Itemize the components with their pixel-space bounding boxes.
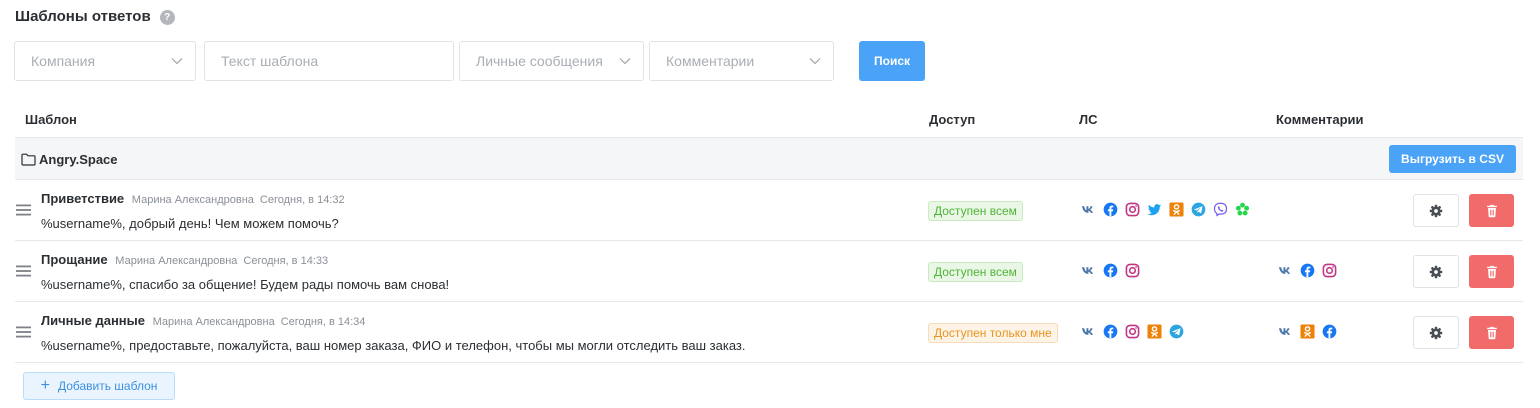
template-author: Марина Александровна (152, 316, 275, 328)
folder-icon (21, 153, 36, 166)
template-author: Марина Александровна (115, 255, 238, 267)
chevron-down-icon (171, 58, 183, 65)
facebook-icon (1103, 324, 1118, 339)
dm-channels (1081, 263, 1147, 278)
icq-icon (1235, 202, 1250, 217)
company-select-placeholder: Компания (31, 53, 96, 69)
trash-icon (1485, 326, 1499, 340)
template-time: Сегодня, в 14:32 (259, 194, 345, 206)
gear-icon (1429, 265, 1443, 279)
group-row: Angry.Space Выгрузить в CSV (15, 137, 1523, 180)
template-author: Марина Александровна (131, 194, 254, 206)
template-meta: Марина Александровна Сегодня, в 14:33 (115, 255, 328, 267)
delete-button[interactable] (1469, 255, 1514, 288)
template-text-input[interactable]: Текст шаблона (204, 41, 454, 81)
template-time: Сегодня, в 14:33 (243, 255, 329, 267)
delete-button[interactable] (1469, 316, 1514, 349)
odnoklassniki-icon (1169, 202, 1184, 217)
template-time: Сегодня, в 14:34 (280, 316, 366, 328)
settings-button[interactable] (1413, 316, 1459, 349)
add-template-label: Добавить шаблон (57, 379, 158, 393)
group-name[interactable]: Angry.Space (21, 152, 118, 167)
table-row: Прощание Марина Александровна Сегодня, в … (15, 241, 1523, 302)
facebook-icon (1322, 324, 1337, 339)
telegram-icon (1169, 324, 1184, 339)
template-text: %username%, спасибо за общение! Будем ра… (41, 277, 450, 292)
vk-icon (1278, 263, 1293, 278)
company-select[interactable]: Компания (14, 41, 196, 81)
page-title-text: Шаблоны ответов (15, 8, 151, 25)
search-button[interactable]: Поиск (859, 41, 925, 81)
facebook-icon (1300, 263, 1315, 278)
column-header-comments: Комментарии (1276, 112, 1364, 127)
template-text: %username%, добрый день! Чем можем помоч… (41, 216, 339, 231)
export-csv-button[interactable]: Выгрузить в CSV (1389, 145, 1516, 173)
template-title-text: Приветствие (41, 191, 125, 206)
instagram-icon (1322, 263, 1337, 278)
trash-icon (1485, 265, 1499, 279)
vk-icon (1081, 263, 1096, 278)
dm-channels (1081, 324, 1191, 339)
add-template-button[interactable]: + Добавить шаблон (23, 372, 175, 400)
instagram-icon (1125, 324, 1140, 339)
table-row: Приветствие Марина Александровна Сегодня,… (15, 180, 1523, 241)
drag-handle-icon[interactable] (16, 203, 31, 216)
gear-icon (1429, 204, 1443, 218)
template-title-text: Прощание (41, 252, 108, 267)
comments-placeholder: Комментарии (666, 53, 755, 69)
page-title: Шаблоны ответов ? (15, 8, 175, 25)
template-title: Прощание Марина Александровна Сегодня, в … (41, 252, 328, 267)
instagram-icon (1125, 202, 1140, 217)
comments-select[interactable]: Комментарии (649, 41, 834, 81)
direct-messages-placeholder: Личные сообщения (476, 53, 603, 69)
vk-icon (1081, 202, 1096, 217)
help-icon[interactable]: ? (159, 10, 175, 25)
gear-icon (1429, 326, 1443, 340)
chevron-down-icon (809, 58, 821, 65)
access-badge: Доступен только мне (928, 323, 1058, 343)
instagram-icon (1125, 263, 1140, 278)
delete-button[interactable] (1469, 194, 1514, 227)
vk-icon (1278, 324, 1293, 339)
template-title-text: Личные данные (41, 313, 145, 328)
template-title: Приветствие Марина Александровна Сегодня,… (41, 191, 345, 206)
direct-messages-select[interactable]: Личные сообщения (459, 41, 644, 81)
comment-channels (1278, 324, 1344, 339)
settings-button[interactable] (1413, 255, 1459, 288)
chevron-down-icon (619, 58, 631, 65)
settings-button[interactable] (1413, 194, 1459, 227)
access-badge: Доступен всем (928, 262, 1023, 282)
comment-channels (1278, 263, 1344, 278)
odnoklassniki-icon (1300, 324, 1315, 339)
twitter-icon (1147, 202, 1162, 217)
access-badge: Доступен всем (928, 201, 1023, 221)
trash-icon (1485, 204, 1499, 218)
template-text: %username%, предоставьте, пожалуйста, ва… (41, 338, 746, 353)
template-meta: Марина Александровна Сегодня, в 14:34 (153, 316, 366, 328)
facebook-icon (1103, 263, 1118, 278)
vk-icon (1081, 324, 1096, 339)
drag-handle-icon[interactable] (16, 325, 31, 338)
column-header-dm: ЛС (1079, 112, 1098, 127)
template-text-placeholder: Текст шаблона (221, 53, 319, 69)
viber-icon (1213, 202, 1228, 217)
template-meta: Марина Александровна Сегодня, в 14:32 (132, 194, 345, 206)
template-title: Личные данные Марина Александровна Сегодн… (41, 313, 365, 328)
facebook-icon (1103, 202, 1118, 217)
plus-icon: + (40, 377, 50, 394)
column-header-access: Доступ (929, 112, 976, 127)
table-row: Личные данные Марина Александровна Сегодн… (15, 302, 1523, 363)
telegram-icon (1191, 202, 1206, 217)
dm-channels (1081, 202, 1257, 217)
group-name-text: Angry.Space (39, 152, 118, 167)
column-header-template: Шаблон (25, 112, 77, 127)
odnoklassniki-icon (1147, 324, 1162, 339)
drag-handle-icon[interactable] (16, 264, 31, 277)
